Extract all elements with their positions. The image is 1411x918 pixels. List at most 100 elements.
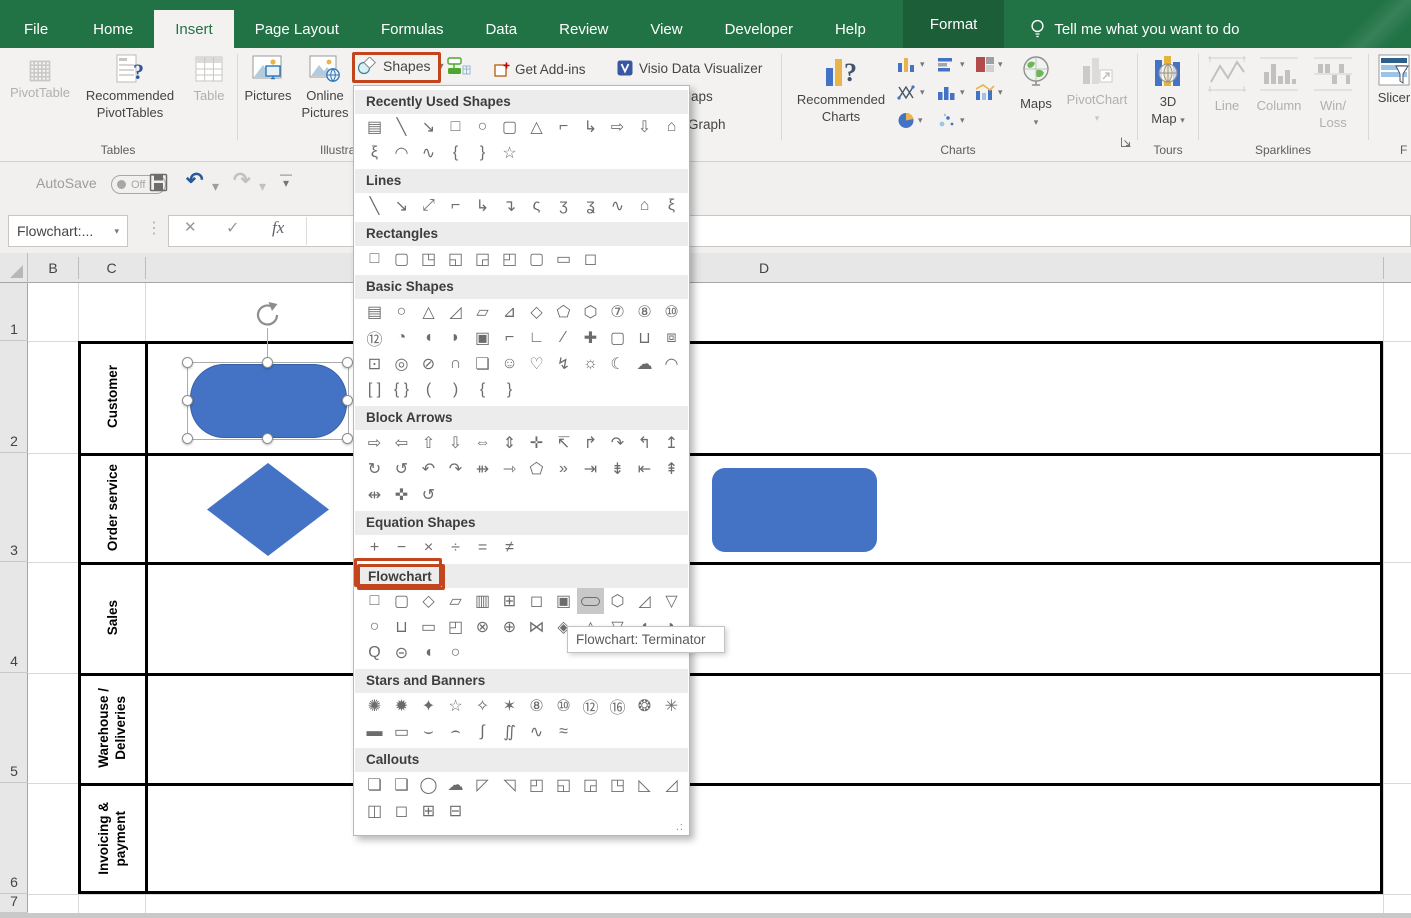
shape-icon[interactable]: ☁: [442, 772, 469, 798]
dialog-launcher-icon[interactable]: [1120, 136, 1132, 148]
shapes-button[interactable]: Shapes ▼: [357, 57, 445, 75]
shape-icon[interactable]: ▽: [658, 588, 685, 614]
shape-icon[interactable]: ◲: [577, 772, 604, 798]
shape-icon[interactable]: ⑧: [631, 299, 658, 325]
shape-icon[interactable]: ↘: [388, 193, 415, 219]
select-all-button[interactable]: [0, 253, 28, 283]
shape-icon[interactable]: ◎: [388, 351, 415, 377]
shape-icon[interactable]: ◔: [388, 325, 415, 351]
shape-icon[interactable]: ☺: [496, 351, 523, 377]
shape-icon[interactable]: ≠: [496, 535, 523, 561]
shape-icon[interactable]: ⇥: [577, 456, 604, 482]
shape-icon[interactable]: ○: [361, 614, 388, 640]
undo-dropdown-caret-icon[interactable]: ▾: [212, 178, 219, 195]
shape-icon[interactable]: ▤: [361, 299, 388, 325]
shape-icon[interactable]: Q: [361, 640, 388, 666]
shape-icon[interactable]: ς: [523, 193, 550, 219]
shape-icon[interactable]: »: [550, 456, 577, 482]
shape-icon[interactable]: ▢: [388, 246, 415, 272]
shape-icon[interactable]: [577, 588, 604, 614]
shape-icon[interactable]: ▥: [469, 588, 496, 614]
shape-icon[interactable]: ⑫: [577, 693, 604, 719]
shape-icon[interactable]: ⤢: [415, 193, 442, 219]
resize-grip-icon[interactable]: .:: [676, 821, 684, 833]
pictures-button[interactable]: Pictures: [242, 54, 294, 104]
cancel-entry-icon[interactable]: ✕: [184, 218, 197, 236]
tab-file[interactable]: File: [0, 10, 72, 48]
shape-icon[interactable]: ◺: [631, 772, 658, 798]
shape-icon[interactable]: ⌐: [496, 325, 523, 351]
shape-icon[interactable]: ✧: [469, 693, 496, 719]
shape-icon[interactable]: ⌢: [442, 719, 469, 745]
shape-icon[interactable]: ⊝: [388, 640, 415, 666]
shape-icon[interactable]: ○: [469, 114, 496, 140]
tell-me-box[interactable]: Tell me what you want to do: [1030, 10, 1239, 48]
shape-icon[interactable]: △: [523, 114, 550, 140]
shape-icon[interactable]: =: [469, 535, 496, 561]
insert-combo-chart-button[interactable]: ▾: [975, 84, 1003, 101]
shape-icon[interactable]: ʒ: [550, 193, 577, 219]
shape-icon[interactable]: ◳: [415, 246, 442, 272]
shape-icon[interactable]: ✜: [388, 482, 415, 508]
shape-icon[interactable]: ◰: [442, 614, 469, 640]
shape-icon[interactable]: ▬: [361, 719, 388, 745]
shape-icon[interactable]: ▭: [415, 614, 442, 640]
tab-page-layout[interactable]: Page Layout: [234, 10, 360, 48]
shape-icon[interactable]: ↶: [415, 456, 442, 482]
shape-icon[interactable]: ⌐: [550, 114, 577, 140]
column-header-b[interactable]: B: [28, 253, 78, 283]
shape-icon[interactable]: ∟: [523, 325, 550, 351]
shape-icon[interactable]: ❑: [388, 772, 415, 798]
shape-icon[interactable]: ⑧: [523, 693, 550, 719]
row-header-4[interactable]: 4: [0, 562, 28, 673]
shape-icon[interactable]: ✶: [496, 693, 523, 719]
shape-icon[interactable]: ◖: [415, 325, 442, 351]
shape-icon[interactable]: ◠: [658, 351, 685, 377]
shape-icon[interactable]: ▤: [361, 114, 388, 140]
resize-handle-w[interactable]: [182, 395, 193, 406]
resize-handle-nw[interactable]: [182, 357, 193, 368]
shape-icon[interactable]: ⬡: [577, 299, 604, 325]
winloss-sparkline-button[interactable]: Win/ Loss: [1308, 54, 1358, 131]
name-box[interactable]: Flowchart:... ▾: [8, 215, 128, 247]
lane-label-sales[interactable]: Sales: [81, 565, 143, 670]
shape-icon[interactable]: ∩: [442, 351, 469, 377]
slicer-button[interactable]: Slicer: [1372, 54, 1411, 106]
shape-icon[interactable]: ▢: [496, 114, 523, 140]
shape-icon[interactable]: +: [361, 535, 388, 561]
shape-icon[interactable]: ↯: [550, 351, 577, 377]
shape-icon[interactable]: ↘: [415, 114, 442, 140]
shape-icon[interactable]: ◻: [523, 588, 550, 614]
shape-icon[interactable]: ⊞: [496, 588, 523, 614]
resize-handle-ne[interactable]: [342, 357, 353, 368]
shape-icon[interactable]: ⊔: [631, 325, 658, 351]
shape-icon[interactable]: ⇩: [631, 114, 658, 140]
shape-icon[interactable]: ▢: [388, 588, 415, 614]
shape-icon[interactable]: ʓ: [577, 193, 604, 219]
three-d-map-button[interactable]: 3D Map ▾: [1142, 54, 1194, 129]
shape-icon[interactable]: ⇟: [604, 456, 631, 482]
tab-review[interactable]: Review: [538, 10, 629, 48]
shape-icon[interactable]: △: [415, 299, 442, 325]
shape-icon[interactable]: ∕: [550, 325, 577, 351]
shape-icon[interactable]: ◸: [469, 772, 496, 798]
shape-icon[interactable]: ✺: [361, 693, 388, 719]
shape-icon[interactable]: ⇹: [361, 482, 388, 508]
customize-qat-icon[interactable]: —▾: [280, 170, 292, 188]
shape-icon[interactable]: ↴: [496, 193, 523, 219]
shape-icon[interactable]: ⑫: [361, 325, 388, 351]
shape-icon[interactable]: ⑩: [550, 693, 577, 719]
tab-help[interactable]: Help: [814, 10, 887, 48]
shape-icon[interactable]: ◿: [442, 299, 469, 325]
table-button[interactable]: Table: [186, 54, 232, 104]
shape-icon[interactable]: ×: [415, 535, 442, 561]
shape-icon[interactable]: ): [442, 377, 469, 403]
shape-icon[interactable]: ✦: [415, 693, 442, 719]
shape-icon[interactable]: ↷: [442, 456, 469, 482]
shape-icon[interactable]: ↻: [361, 456, 388, 482]
pivotchart-button[interactable]: PivotChart▾: [1062, 54, 1132, 127]
shape-icon[interactable]: ○: [442, 640, 469, 666]
shape-icon[interactable]: ✳: [658, 693, 685, 719]
insert-pie-chart-button[interactable]: ▾: [897, 112, 923, 129]
shape-icon[interactable]: ⊗: [469, 614, 496, 640]
